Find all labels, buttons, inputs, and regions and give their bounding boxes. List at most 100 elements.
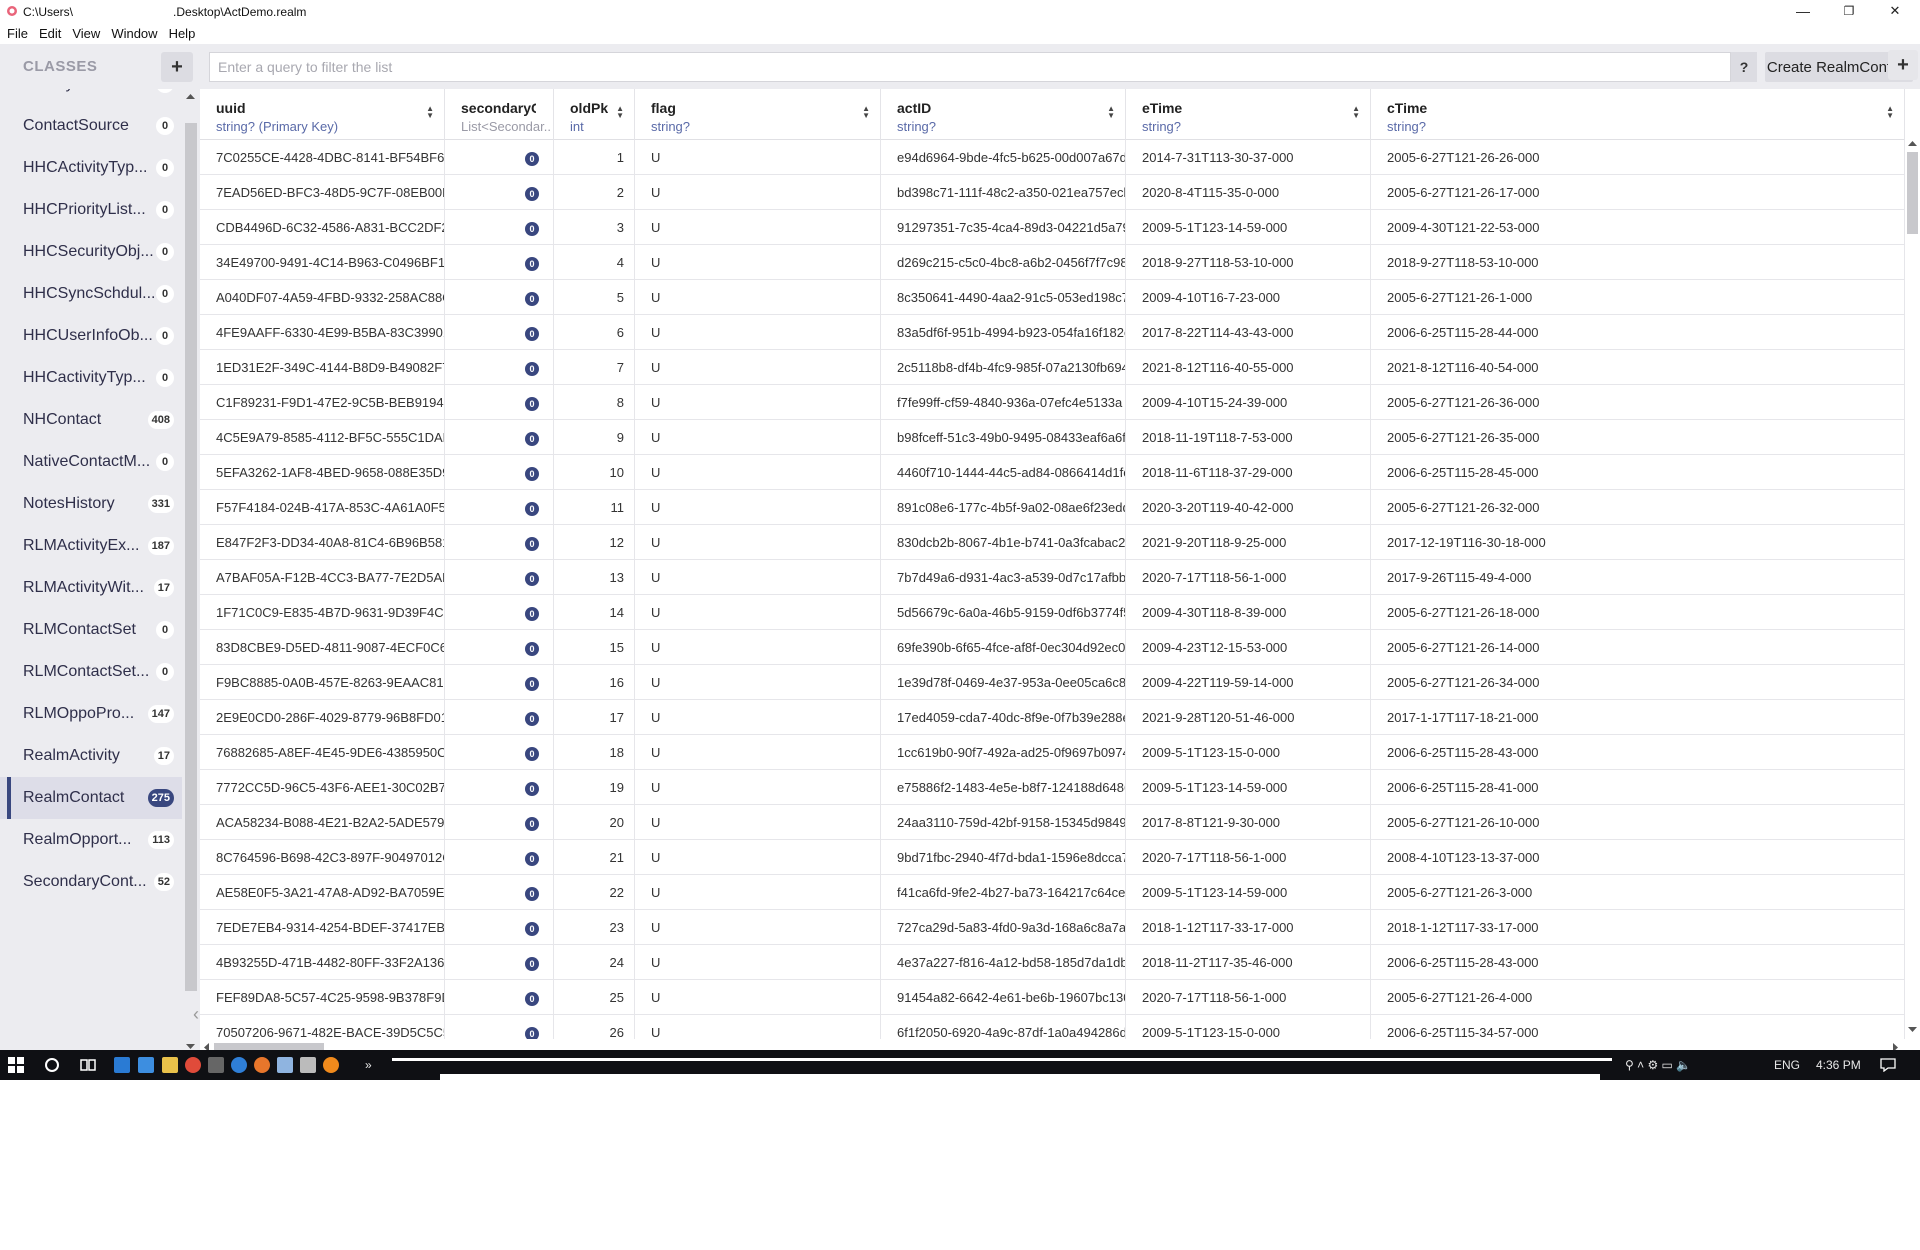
table-cell[interactable]: 0: [445, 175, 554, 210]
table-cell[interactable]: AE58E0F5-3A21-47A8-AD92-BA7059EAAD: [200, 875, 445, 910]
list-count-badge[interactable]: 0: [525, 1026, 539, 1039]
table-cell[interactable]: U: [635, 700, 881, 735]
class-item[interactable]: RLMContactSet... 0: [0, 651, 182, 693]
menu-help[interactable]: Help: [169, 26, 196, 41]
table-cell[interactable]: 4B93255D-471B-4482-80FF-33F2A1369394: [200, 945, 445, 980]
table-cell[interactable]: 2020-8-4T115-35-0-000: [1126, 175, 1371, 210]
tray-icons[interactable]: ⚲ ˄ ⚙ ▭ 🔈: [1625, 1058, 1691, 1072]
class-item[interactable]: RealmActivity 17: [0, 735, 182, 777]
taskbar-app-icon[interactable]: [162, 1057, 178, 1073]
table-cell[interactable]: 3: [554, 210, 635, 245]
table-cell[interactable]: 2018-9-27T118-53-10-000: [1371, 245, 1905, 280]
table-cell[interactable]: 2021-8-12T116-40-54-000: [1371, 350, 1905, 385]
table-cell[interactable]: U: [635, 490, 881, 525]
class-item[interactable]: RLMOppoPro... 147: [0, 693, 182, 735]
menu-edit[interactable]: Edit: [39, 26, 61, 41]
list-count-badge[interactable]: 0: [525, 851, 539, 866]
table-cell[interactable]: 0: [445, 630, 554, 665]
list-count-badge[interactable]: 0: [525, 991, 539, 1006]
table-cell[interactable]: 83D8CBE9-D5ED-4811-9087-4ECF0C6D51: [200, 630, 445, 665]
table-cell[interactable]: 6f1f2050-6920-4a9c-87df-1a0a494286da: [881, 1015, 1126, 1039]
taskbar-app-icon[interactable]: [114, 1057, 130, 1073]
table-cell[interactable]: 0: [445, 280, 554, 315]
table-cell[interactable]: 2006-6-25T115-28-43-000: [1371, 945, 1905, 980]
table-cell[interactable]: 2005-6-27T121-26-3-000: [1371, 875, 1905, 910]
table-cell[interactable]: 2021-9-28T120-51-46-000: [1126, 700, 1371, 735]
table-cell[interactable]: 2005-6-27T121-26-34-000: [1371, 665, 1905, 700]
table-cell[interactable]: 1cc619b0-90f7-492a-ad25-0f9697b0974b: [881, 735, 1126, 770]
table-row[interactable]: FEF89DA8-5C57-4C25-9598-9B378F9DC68 0 25U9…: [200, 980, 1905, 1015]
table-cell[interactable]: 20: [554, 805, 635, 840]
class-item[interactable]: SecondaryCont... 52: [0, 861, 182, 903]
table-cell[interactable]: 0: [445, 560, 554, 595]
class-item[interactable]: ContactSource 0: [0, 105, 182, 147]
list-count-badge[interactable]: 0: [525, 711, 539, 726]
table-row[interactable]: 7EDE7EB4-9314-4254-BDEF-37417EB1D66 0 23U7…: [200, 910, 1905, 945]
table-row[interactable]: ACA58234-B088-4E21-B2A2-5ADE5795921020U2…: [200, 805, 1905, 840]
list-count-badge[interactable]: 0: [525, 676, 539, 691]
table-cell[interactable]: 2017-12-19T116-30-18-000: [1371, 525, 1905, 560]
table-cell[interactable]: 14: [554, 595, 635, 630]
list-count-badge[interactable]: 0: [525, 186, 539, 201]
table-cell[interactable]: 2005-6-27T121-26-36-000: [1371, 385, 1905, 420]
table-cell[interactable]: 0: [445, 210, 554, 245]
table-cell[interactable]: U: [635, 805, 881, 840]
table-cell[interactable]: 2005-6-27T121-26-18-000: [1371, 595, 1905, 630]
sort-arrows-icon[interactable]: ▲ ▼: [862, 105, 870, 120]
table-row[interactable]: 1ED31E2F-349C-4144-B8D9-B49082F7263 07U2c…: [200, 350, 1905, 385]
table-cell[interactable]: 24: [554, 945, 635, 980]
table-cell[interactable]: A7BAF05A-F12B-4CC3-BA77-7E2D5AD5B9: [200, 560, 445, 595]
list-count-badge[interactable]: 0: [525, 781, 539, 796]
table-row[interactable]: F9BC8885-0A0B-457E-8263-9EAAC81DE67 0 16U1…: [200, 665, 1905, 700]
table-cell[interactable]: 24aa3110-759d-42bf-9158-15345d98494a: [881, 805, 1126, 840]
table-cell[interactable]: 2021-8-12T116-40-55-000: [1126, 350, 1371, 385]
table-cell[interactable]: 0: [445, 735, 554, 770]
table-cell[interactable]: 2005-6-27T121-26-35-000: [1371, 420, 1905, 455]
class-item[interactable]: HHCUserInfoOb... 0: [0, 315, 182, 357]
table-cell[interactable]: U: [635, 315, 881, 350]
table-cell[interactable]: 8c350641-4490-4aa2-91c5-053ed198c799: [881, 280, 1126, 315]
table-cell[interactable]: E847F2F3-DD34-40A8-81C4-6B96B5819A6: [200, 525, 445, 560]
list-count-badge[interactable]: 0: [525, 606, 539, 621]
table-cell[interactable]: 2005-6-27T121-26-4-000: [1371, 980, 1905, 1015]
table-cell[interactable]: 9: [554, 420, 635, 455]
table-cell[interactable]: CDB4496D-6C32-4586-A831-BCC2DF2B22: [200, 210, 445, 245]
table-cell[interactable]: U: [635, 175, 881, 210]
table-cell[interactable]: f7fe99ff-cf59-4840-936a-07efc4e5133a: [881, 385, 1126, 420]
table-cell[interactable]: 5EFA3262-1AF8-4BED-9658-088E35D954B: [200, 455, 445, 490]
list-count-badge[interactable]: 0: [525, 921, 539, 936]
table-row[interactable]: 1F71C0C9-E835-4B7D-9631-9D39F4C2FF7 0 14U5…: [200, 595, 1905, 630]
column-header-5[interactable]: eTime string? ▲ ▼: [1126, 89, 1371, 140]
maximize-button[interactable]: ❐: [1826, 0, 1872, 22]
table-cell[interactable]: 2018-1-12T117-33-17-000: [1371, 910, 1905, 945]
task-view-icon[interactable]: [80, 1057, 96, 1073]
table-cell[interactable]: 7b7d49a6-d931-4ac3-a539-0d7c17afbb6d: [881, 560, 1126, 595]
table-cell[interactable]: 1ED31E2F-349C-4144-B8D9-B49082F7263: [200, 350, 445, 385]
table-cell[interactable]: 2005-6-27T121-26-1-000: [1371, 280, 1905, 315]
sort-arrows-icon[interactable]: ▲ ▼: [1886, 105, 1894, 120]
class-item[interactable]: HHCSyncSchdul... 0: [0, 273, 182, 315]
table-cell[interactable]: 0: [445, 350, 554, 385]
language-indicator[interactable]: ENG: [1774, 1058, 1800, 1072]
table-cell[interactable]: 0: [445, 420, 554, 455]
list-count-badge[interactable]: 0: [525, 746, 539, 761]
table-cell[interactable]: 2009-5-1T123-15-0-000: [1126, 735, 1371, 770]
table-cell[interactable]: U: [635, 280, 881, 315]
table-cell[interactable]: 2006-6-25T115-34-57-000: [1371, 1015, 1905, 1039]
table-cell[interactable]: 2020-7-17T118-56-1-000: [1126, 980, 1371, 1015]
table-cell[interactable]: 0: [445, 665, 554, 700]
table-row[interactable]: 4C5E9A79-8585-4112-BF5C-555C1DAB153 09Ub9…: [200, 420, 1905, 455]
table-cell[interactable]: 2005-6-27T121-26-26-000: [1371, 140, 1905, 175]
list-count-badge[interactable]: 0: [525, 641, 539, 656]
table-row[interactable]: 7C0255CE-4428-4DBC-8141-BF54BF667ECI 01Ue…: [200, 140, 1905, 175]
table-cell[interactable]: 18: [554, 735, 635, 770]
table-cell[interactable]: 22: [554, 875, 635, 910]
table-cell[interactable]: 0: [445, 525, 554, 560]
table-cell[interactable]: 0: [445, 910, 554, 945]
table-cell[interactable]: 2009-4-30T118-8-39-000: [1126, 595, 1371, 630]
table-cell[interactable]: 0: [445, 840, 554, 875]
add-class-button[interactable]: +: [161, 52, 193, 82]
table-cell[interactable]: U: [635, 560, 881, 595]
table-cell[interactable]: ACA58234-B088-4E21-B2A2-5ADE5795921: [200, 805, 445, 840]
table-cell[interactable]: 2009-5-1T123-14-59-000: [1126, 210, 1371, 245]
